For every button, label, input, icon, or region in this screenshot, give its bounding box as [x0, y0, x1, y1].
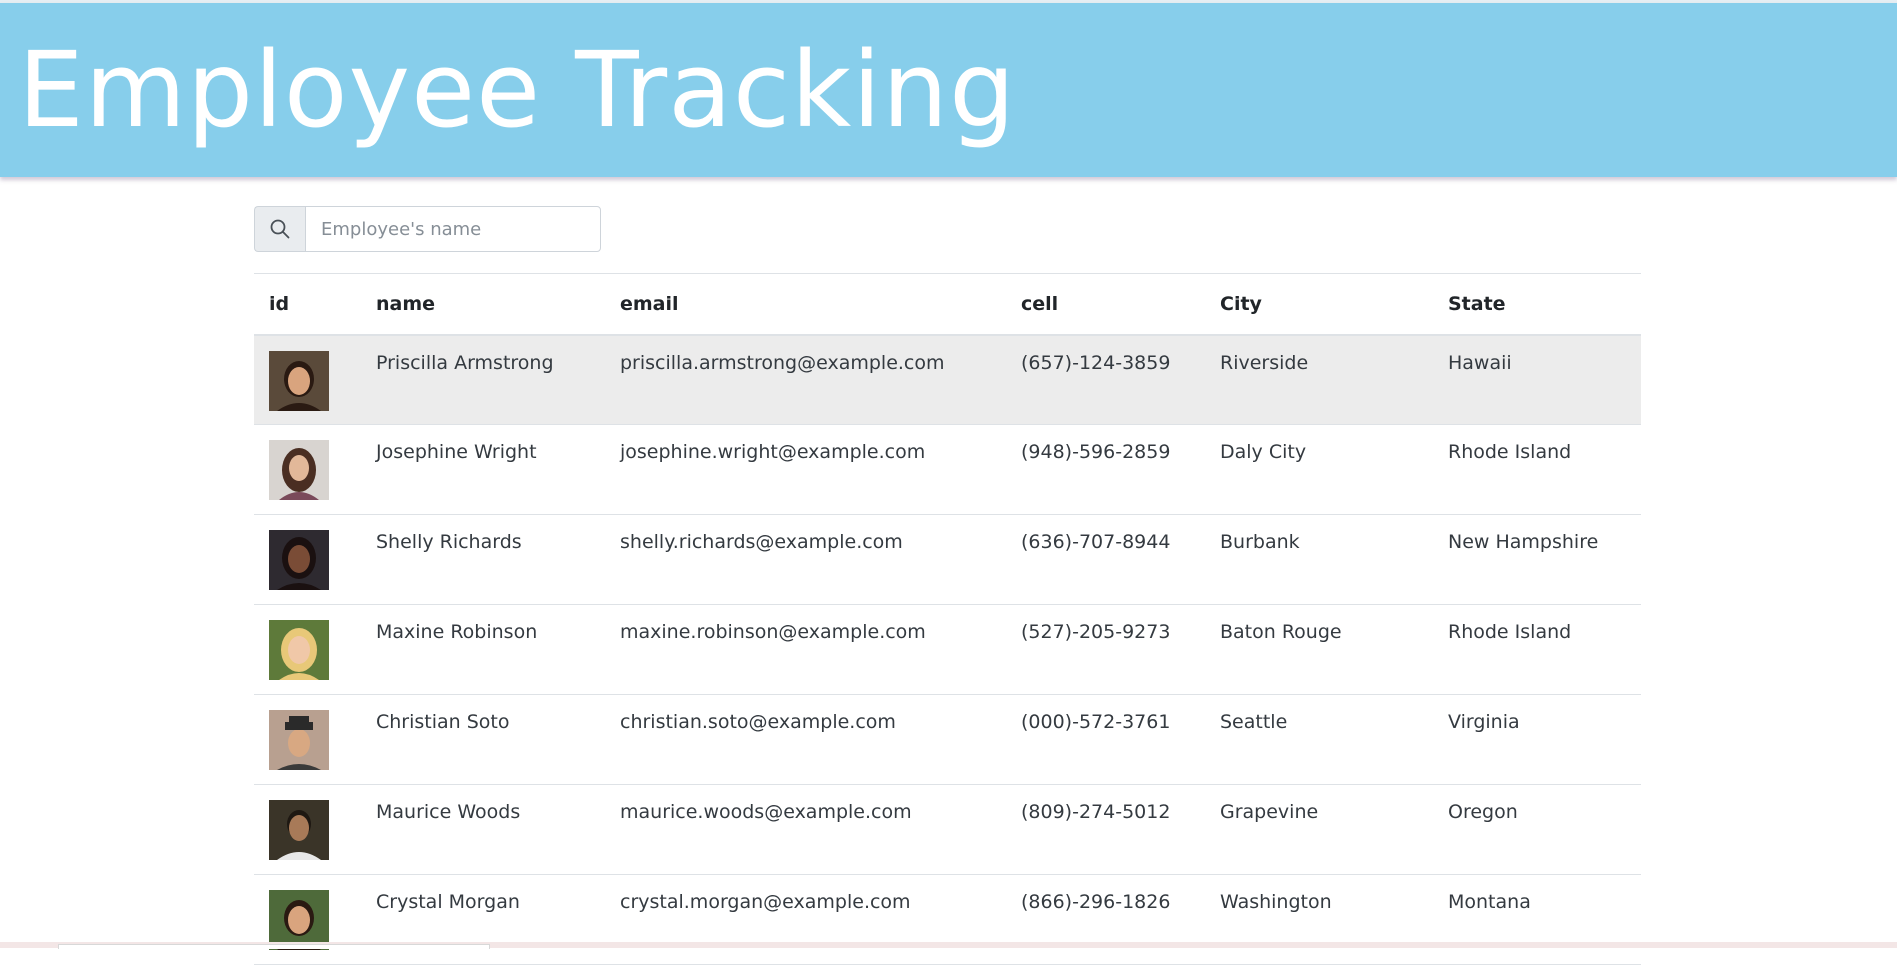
employee-cell: (000)-572-3761 [1021, 711, 1171, 733]
table-row[interactable]: Josephine Wright josephine.wright@exampl… [254, 425, 1641, 515]
column-header-name[interactable]: name [361, 274, 605, 335]
employee-name: Maurice Woods [376, 801, 521, 823]
employee-city: Daly City [1220, 441, 1307, 463]
employee-cell: (866)-296-1826 [1021, 891, 1171, 913]
column-header-id[interactable]: id [254, 274, 361, 335]
employee-email: josephine.wright@example.com [620, 441, 926, 463]
table-row[interactable]: Shelly Richards shelly.richards@example.… [254, 515, 1641, 605]
employee-email: christian.soto@example.com [620, 711, 896, 733]
avatar-cell [254, 425, 361, 515]
employee-name: Priscilla Armstrong [376, 351, 554, 374]
avatar-photo [269, 800, 329, 860]
employee-email: priscilla.armstrong@example.com [620, 351, 945, 374]
employee-table: id name email cell City State Priscilla … [254, 273, 1641, 965]
column-header-email[interactable]: email [605, 274, 1006, 335]
employee-state: Rhode Island [1448, 441, 1572, 463]
employee-email: shelly.richards@example.com [620, 531, 903, 553]
employee-state: New Hampshire [1448, 531, 1599, 553]
table-body: Priscilla Armstrong priscilla.armstrong@… [254, 334, 1641, 965]
table-row[interactable]: Crystal Morgan crystal.morgan@example.co… [254, 875, 1641, 965]
employee-name: Josephine Wright [376, 441, 537, 463]
column-header-city[interactable]: City [1205, 274, 1433, 335]
employee-email: crystal.morgan@example.com [620, 891, 911, 913]
page-title: Employee Tracking [18, 29, 1017, 151]
avatar-photo [269, 890, 329, 950]
table-header: id name email cell City State [254, 273, 1641, 335]
employee-cell: (636)-707-8944 [1021, 531, 1171, 553]
employee-city: Riverside [1220, 351, 1309, 374]
header-row: id name email cell City State [254, 273, 1641, 335]
bottom-tab [58, 944, 490, 949]
avatar-cell [254, 695, 361, 785]
employee-name: Shelly Richards [376, 531, 522, 553]
employee-city: Washington [1220, 891, 1332, 913]
employee-email: maxine.robinson@example.com [620, 621, 926, 643]
employee-city: Burbank [1220, 531, 1300, 553]
employee-state: Virginia [1448, 711, 1520, 733]
avatar-photo [269, 620, 329, 680]
employee-city: Seattle [1220, 711, 1288, 733]
avatar-photo [269, 530, 329, 590]
employee-city: Grapevine [1220, 801, 1319, 823]
employee-cell: (657)-124-3859 [1021, 351, 1171, 374]
search-addon [254, 206, 305, 252]
employee-email: maurice.woods@example.com [620, 801, 912, 823]
employee-cell: (527)-205-9273 [1021, 621, 1171, 643]
column-header-cell[interactable]: cell [1006, 274, 1205, 335]
avatar-photo [269, 350, 329, 411]
avatar-cell [254, 515, 361, 605]
employee-search-input[interactable] [305, 206, 601, 252]
avatar-cell [254, 335, 361, 425]
search-icon [270, 219, 290, 239]
avatar-cell [254, 605, 361, 695]
table-row[interactable]: Christian Soto christian.soto@example.co… [254, 695, 1641, 785]
column-header-state[interactable]: State [1433, 274, 1641, 335]
employee-cell: (809)-274-5012 [1021, 801, 1171, 823]
employee-state: Montana [1448, 891, 1531, 913]
table-row[interactable]: Maxine Robinson maxine.robinson@example.… [254, 605, 1641, 695]
employee-name: Christian Soto [376, 711, 510, 733]
avatar-cell [254, 785, 361, 875]
employee-state: Hawaii [1448, 351, 1512, 374]
employee-cell: (948)-596-2859 [1021, 441, 1171, 463]
avatar-cell [254, 875, 361, 965]
employee-name: Crystal Morgan [376, 891, 520, 913]
employee-state: Oregon [1448, 801, 1518, 823]
employee-name: Maxine Robinson [376, 621, 538, 643]
page-header: Employee Tracking [0, 3, 1897, 177]
employee-city: Baton Rouge [1220, 621, 1342, 643]
table-row[interactable]: Maurice Woods maurice.woods@example.com … [254, 785, 1641, 875]
search-group [254, 206, 601, 252]
employee-state: Rhode Island [1448, 621, 1572, 643]
avatar-photo [269, 710, 329, 770]
table-row[interactable]: Priscilla Armstrong priscilla.armstrong@… [254, 334, 1641, 425]
avatar-photo [269, 440, 329, 500]
